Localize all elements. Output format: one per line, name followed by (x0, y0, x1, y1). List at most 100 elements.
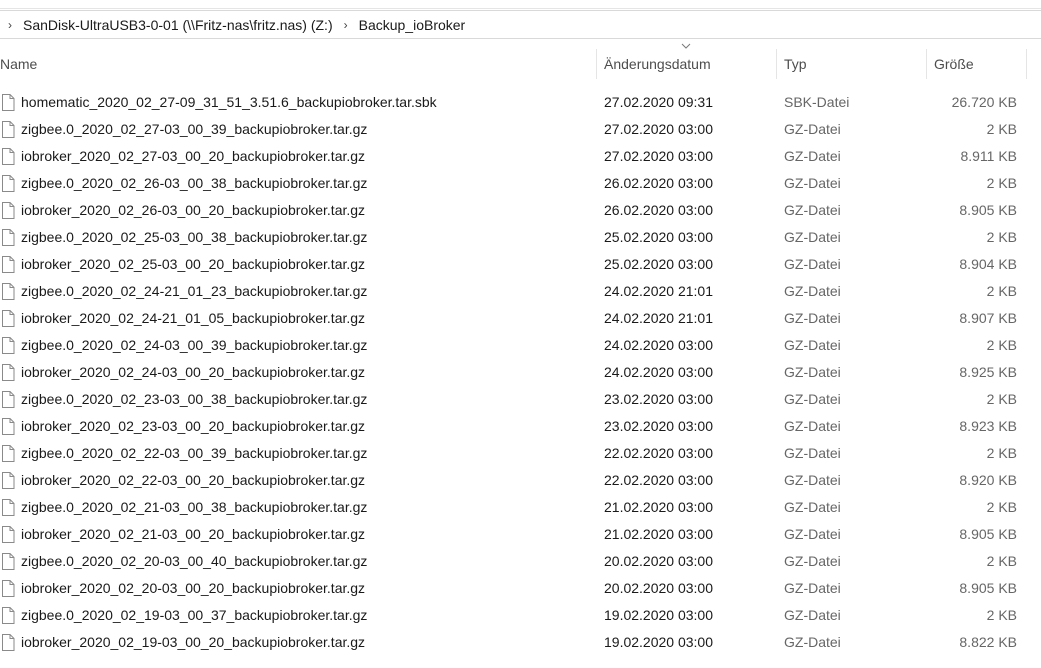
file-row[interactable]: iobroker_2020_02_21-03_00_20_backupiobro… (0, 521, 1041, 548)
file-icon (2, 283, 15, 300)
file-icon (2, 553, 15, 570)
file-name: zigbee.0_2020_02_24-03_00_39_backupiobro… (21, 337, 368, 353)
file-name: zigbee.0_2020_02_25-03_00_38_backupiobro… (21, 229, 368, 245)
file-size: 26.720 KB (951, 94, 1017, 110)
file-date: 20.02.2020 03:00 (604, 553, 713, 569)
file-type: GZ-Datei (784, 418, 841, 434)
file-name: iobroker_2020_02_19-03_00_20_backupiobro… (21, 634, 366, 650)
file-type: GZ-Datei (784, 256, 841, 272)
file-row[interactable]: homematic_2020_02_27-09_31_51_3.51.6_bac… (0, 89, 1041, 116)
file-name: iobroker_2020_02_21-03_00_20_backupiobro… (21, 526, 366, 542)
file-date: 23.02.2020 03:00 (604, 418, 713, 434)
file-name: zigbee.0_2020_02_19-03_00_37_backupiobro… (21, 607, 368, 623)
file-icon (2, 472, 15, 489)
file-row[interactable]: zigbee.0_2020_02_24-21_01_23_backupiobro… (0, 278, 1041, 305)
file-icon (2, 337, 15, 354)
file-row[interactable]: iobroker_2020_02_23-03_00_20_backupiobro… (0, 413, 1041, 440)
chevron-right-icon[interactable]: › (2, 18, 18, 32)
file-row[interactable]: zigbee.0_2020_02_23-03_00_38_backupiobro… (0, 386, 1041, 413)
file-date: 19.02.2020 03:00 (604, 634, 713, 650)
breadcrumb-drive[interactable]: SanDisk-UltraUSB3-0-01 (\\Fritz-nas\frit… (18, 17, 338, 33)
file-date: 22.02.2020 03:00 (604, 445, 713, 461)
file-row[interactable]: iobroker_2020_02_20-03_00_20_backupiobro… (0, 575, 1041, 602)
file-icon (2, 607, 15, 624)
file-row[interactable]: iobroker_2020_02_26-03_00_20_backupiobro… (0, 197, 1041, 224)
file-date: 25.02.2020 03:00 (604, 256, 713, 272)
file-date: 26.02.2020 03:00 (604, 175, 713, 191)
file-row[interactable]: zigbee.0_2020_02_22-03_00_39_backupiobro… (0, 440, 1041, 467)
file-row[interactable]: zigbee.0_2020_02_24-03_00_39_backupiobro… (0, 332, 1041, 359)
column-header-name[interactable]: Name (0, 49, 596, 79)
file-icon (2, 499, 15, 516)
file-type: GZ-Datei (784, 310, 841, 326)
file-row[interactable]: iobroker_2020_02_24-21_01_05_backupiobro… (0, 305, 1041, 332)
file-row[interactable]: zigbee.0_2020_02_20-03_00_40_backupiobro… (0, 548, 1041, 575)
file-name: zigbee.0_2020_02_20-03_00_40_backupiobro… (21, 553, 368, 569)
chevron-right-icon[interactable]: › (338, 18, 354, 32)
file-date: 21.02.2020 03:00 (604, 526, 713, 542)
file-type: GZ-Datei (784, 499, 841, 515)
column-divider[interactable] (776, 49, 777, 79)
file-type: GZ-Datei (784, 337, 841, 353)
file-list: homematic_2020_02_27-09_31_51_3.51.6_bac… (0, 89, 1041, 656)
file-size: 8.920 KB (959, 472, 1017, 488)
file-size: 8.923 KB (959, 418, 1017, 434)
file-size: 8.911 KB (960, 148, 1017, 164)
file-type: GZ-Datei (784, 607, 841, 623)
file-size: 2 KB (986, 445, 1017, 461)
column-divider[interactable] (596, 49, 597, 79)
file-size: 2 KB (986, 121, 1017, 137)
file-row[interactable]: zigbee.0_2020_02_27-03_00_39_backupiobro… (0, 116, 1041, 143)
file-size: 8.905 KB (959, 526, 1017, 542)
file-date: 20.02.2020 03:00 (604, 580, 713, 596)
column-divider[interactable] (1026, 49, 1027, 79)
file-size: 2 KB (986, 391, 1017, 407)
file-icon (2, 256, 15, 273)
file-date: 25.02.2020 03:00 (604, 229, 713, 245)
file-icon (2, 94, 15, 111)
file-icon (2, 391, 15, 408)
window-top-strip (0, 0, 1041, 9)
file-name: iobroker_2020_02_24-03_00_20_backupiobro… (21, 364, 366, 380)
file-type: GZ-Datei (784, 121, 841, 137)
file-name: iobroker_2020_02_23-03_00_20_backupiobro… (21, 418, 366, 434)
file-date: 24.02.2020 21:01 (604, 310, 713, 326)
file-type: GZ-Datei (784, 175, 841, 191)
file-row[interactable]: iobroker_2020_02_25-03_00_20_backupiobro… (0, 251, 1041, 278)
file-type: GZ-Datei (784, 364, 841, 380)
column-header-size[interactable]: Größe (934, 49, 1026, 79)
column-header-date[interactable]: Änderungsdatum (604, 49, 776, 79)
column-divider[interactable] (926, 49, 927, 79)
file-name: iobroker_2020_02_26-03_00_20_backupiobro… (21, 202, 366, 218)
file-type: GZ-Datei (784, 202, 841, 218)
file-icon (2, 175, 15, 192)
file-name: iobroker_2020_02_24-21_01_05_backupiobro… (21, 310, 366, 326)
file-size: 2 KB (986, 229, 1017, 245)
file-row[interactable]: iobroker_2020_02_22-03_00_20_backupiobro… (0, 467, 1041, 494)
file-row[interactable]: iobroker_2020_02_24-03_00_20_backupiobro… (0, 359, 1041, 386)
file-icon (2, 418, 15, 435)
breadcrumb-folder[interactable]: Backup_ioBroker (354, 17, 471, 33)
file-row[interactable]: zigbee.0_2020_02_21-03_00_38_backupiobro… (0, 494, 1041, 521)
file-date: 24.02.2020 21:01 (604, 283, 713, 299)
file-row[interactable]: iobroker_2020_02_19-03_00_20_backupiobro… (0, 629, 1041, 656)
file-row[interactable]: zigbee.0_2020_02_19-03_00_37_backupiobro… (0, 602, 1041, 629)
file-icon (2, 202, 15, 219)
file-row[interactable]: zigbee.0_2020_02_26-03_00_38_backupiobro… (0, 170, 1041, 197)
file-date: 23.02.2020 03:00 (604, 391, 713, 407)
file-size: 8.905 KB (959, 202, 1017, 218)
column-header-type[interactable]: Typ (784, 49, 926, 79)
file-row[interactable]: iobroker_2020_02_27-03_00_20_backupiobro… (0, 143, 1041, 170)
file-size: 8.822 KB (959, 634, 1017, 650)
file-row[interactable]: zigbee.0_2020_02_25-03_00_38_backupiobro… (0, 224, 1041, 251)
file-size: 2 KB (986, 175, 1017, 191)
file-date: 27.02.2020 09:31 (604, 94, 713, 110)
file-name: iobroker_2020_02_20-03_00_20_backupiobro… (21, 580, 366, 596)
file-date: 19.02.2020 03:00 (604, 607, 713, 623)
file-size: 2 KB (986, 283, 1017, 299)
file-type: GZ-Datei (784, 148, 841, 164)
file-name: homematic_2020_02_27-09_31_51_3.51.6_bac… (21, 94, 437, 110)
file-icon (2, 526, 15, 543)
file-date: 27.02.2020 03:00 (604, 148, 713, 164)
address-bar[interactable]: › SanDisk-UltraUSB3-0-01 (\\Fritz-nas\fr… (0, 10, 1041, 39)
